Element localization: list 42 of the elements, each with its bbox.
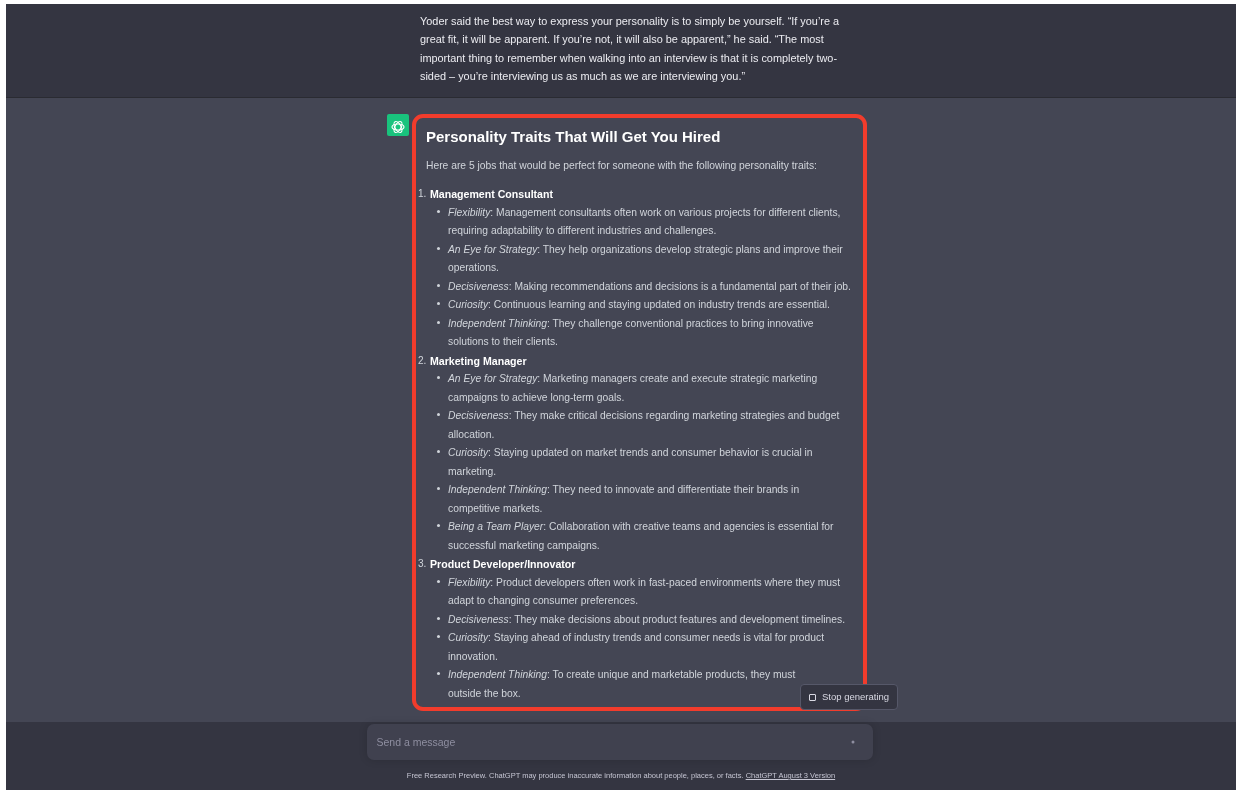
bullet-dot bbox=[437, 283, 440, 287]
message-input[interactable]: Send a message bbox=[366, 724, 873, 760]
trait-text: Curiosity: Continuous learning and staying updated on industry trends are essential. bbox=[448, 298, 830, 313]
trait-text: Flexibility: Product developers often work in fast-paced environments where they must adapt to changing consumer preferences. bbox=[448, 575, 842, 609]
trait-text: Being a Team Player: Collaboration with creative teams and agencies is essential for successful marketing campaigns. bbox=[448, 520, 835, 553]
trait-text: Decisiveness: They make decisions about product features and development timelines. bbox=[448, 612, 846, 627]
bullet-dot bbox=[437, 672, 440, 676]
trait-text: Decisiveness: Making recommendations and decisions is a fundamental part of their job. bbox=[448, 279, 851, 294]
response-title: Personality Traits That Will Get You Hired bbox=[426, 128, 722, 146]
bullet-dot bbox=[437, 450, 440, 454]
list-number: 1. bbox=[418, 187, 428, 202]
trait-text: Independent Thinking: They need to innovate and differentiate their brands in competitive markets. bbox=[448, 483, 801, 516]
bullet-dot bbox=[437, 413, 440, 417]
intro-text: Here are 5 jobs that would be perfect for someone with the following personality traits: bbox=[426, 159, 818, 173]
trait-text: An Eye for Strategy: Marketing managers create and execute strategic marketing campaigns to achieve long-term goals. bbox=[448, 372, 819, 405]
job-title: Product Developer/Innovator bbox=[430, 557, 577, 573]
bullet-dot bbox=[437, 320, 440, 324]
bullet-dot bbox=[437, 302, 440, 306]
trait-text: Curiosity: Staying updated on market trends and consumer behavior is crucial in marketing. bbox=[448, 446, 814, 479]
assistant-avatar-icon bbox=[387, 114, 409, 136]
stop-generating-button[interactable]: Stop generating bbox=[800, 684, 899, 710]
stop-icon bbox=[809, 693, 816, 701]
trait-text: Flexibility: Management consultants often work on various projects for different clients, requiring adaptability to different industries and challenges. bbox=[448, 205, 842, 239]
bullet-dot bbox=[437, 635, 440, 639]
job-title: Marketing Manager bbox=[430, 353, 528, 369]
trait-text: Independent Thinking: They challenge conventional practices to bring innovative solutions to their clients. bbox=[448, 316, 815, 350]
bullet-dot bbox=[437, 246, 440, 250]
job-title: Management Consultant bbox=[430, 187, 554, 203]
trait-text-line: Independent Thinking: To create unique and marketable products, they must bbox=[448, 668, 796, 683]
list-number: 2. bbox=[418, 353, 428, 368]
trait-text: An Eye for Strategy: They help organizations develop strategic plans and improve their operations. bbox=[448, 242, 844, 276]
bullet-dot bbox=[437, 209, 440, 213]
message-text: Yoder said the best way to express your personality is to simply be yourself. “If you’re a great fit, it will be apparent. If you’re not, it will also be apparent,” he said. “The most important thing to remember when walking into an interview is that it is completely two-sided – you’re interviewing us as much as we are interviewing you.” bbox=[420, 14, 841, 84]
bullet-dot bbox=[437, 487, 440, 491]
list-number: 3. bbox=[418, 557, 428, 572]
trait-text-line: outside the box. bbox=[448, 686, 522, 701]
bullet-dot bbox=[437, 616, 440, 620]
trait-text: Decisiveness: They make critical decisions regarding marketing strategies and budget allocation. bbox=[448, 409, 841, 442]
bullet-dot bbox=[437, 524, 440, 528]
bullet-dot bbox=[437, 376, 440, 380]
trait-text: Curiosity: Staying ahead of industry trends and consumer needs is vital for product innovation. bbox=[448, 631, 826, 664]
bullet-dot bbox=[437, 579, 440, 583]
